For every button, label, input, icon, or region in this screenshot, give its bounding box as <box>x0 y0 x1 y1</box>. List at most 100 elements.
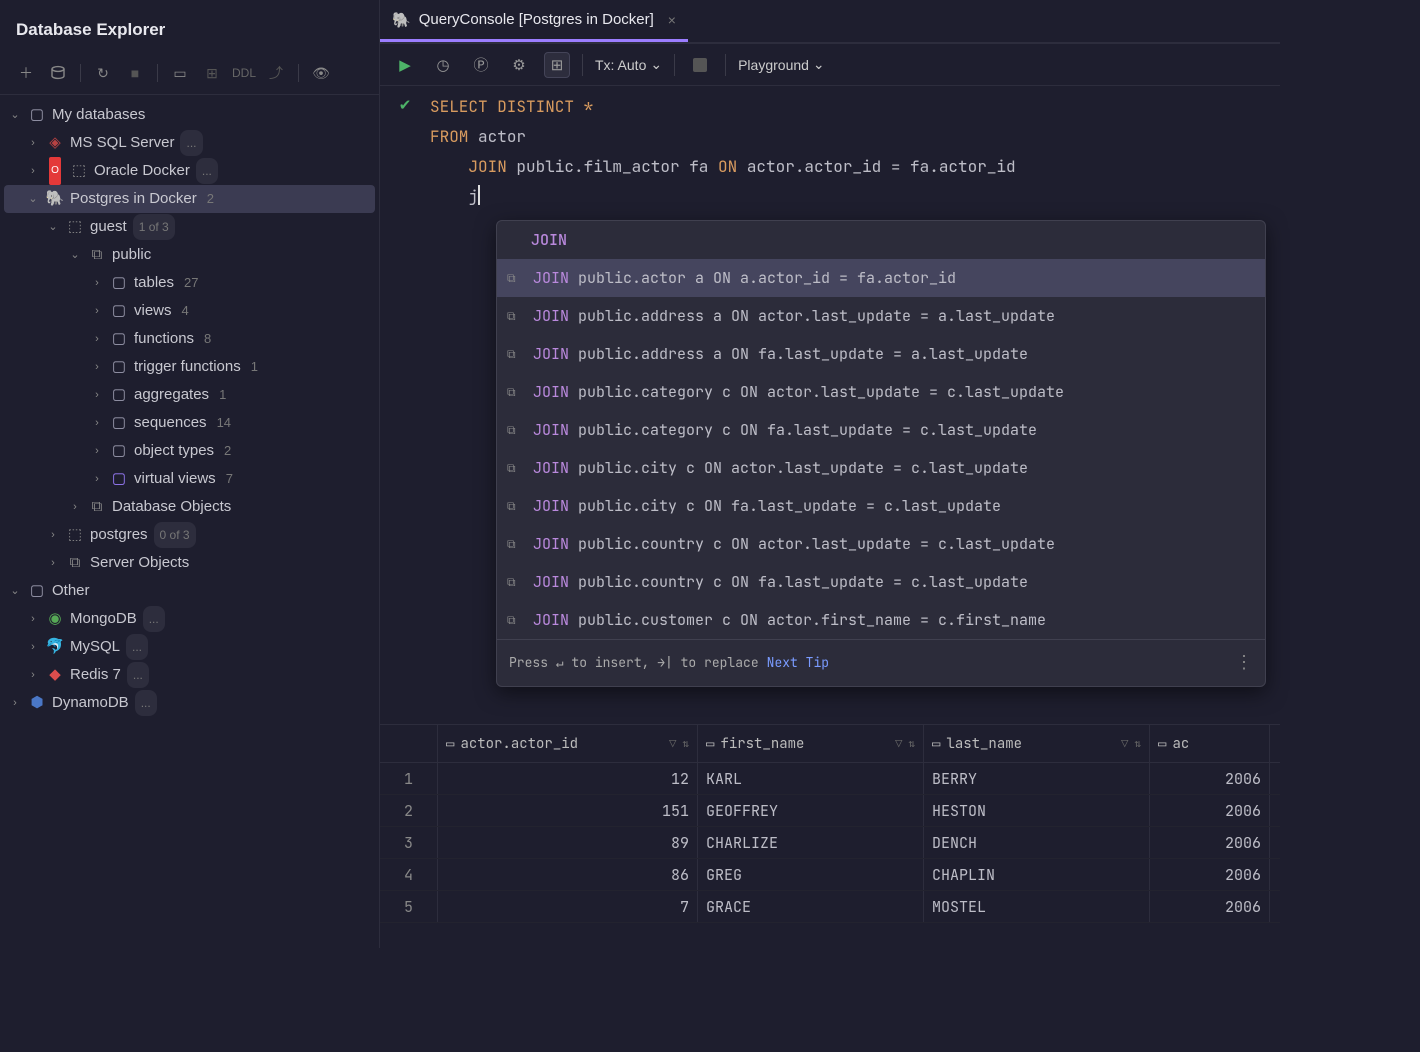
column-header-ac[interactable]: ▭ ac <box>1150 725 1270 762</box>
ddl-button[interactable]: DDL <box>232 62 256 84</box>
cell-year[interactable]: 2006 <box>1150 763 1270 794</box>
row-number: 5 <box>380 891 438 922</box>
cell-last-name[interactable]: BERRY <box>924 763 1150 794</box>
row-number-column[interactable] <box>380 725 438 762</box>
autocomplete-item[interactable]: ⧉JOIN public.city c ON actor.last_update… <box>497 449 1265 487</box>
sort-icon[interactable]: ⇅ <box>908 737 915 751</box>
tree-item-database-objects[interactable]: › ⧉ Database Objects <box>4 493 375 521</box>
tab-query-console[interactable]: 🐘 QueryConsole [Postgres in Docker] × <box>380 0 688 42</box>
view-options-icon[interactable]: 👁 <box>309 62 333 84</box>
tree-item-server-objects[interactable]: › ⧉ Server Objects <box>4 549 375 577</box>
cell-first-name[interactable]: GEOFFREY <box>698 795 924 826</box>
table-row[interactable]: 389CHARLIZEDENCH2006 <box>380 827 1280 859</box>
diagnose-icon[interactable]: ▭ <box>168 62 192 84</box>
table-row[interactable]: 486GREGCHAPLIN2006 <box>380 859 1280 891</box>
cell-first-name[interactable]: GREG <box>698 859 924 890</box>
database-explorer-panel: Database Explorer ＋ ↻ ■ ▭ ⊞ DDL ⤴ 👁 ⌄ ▢ … <box>0 0 380 948</box>
tree-group-my-databases[interactable]: ⌄ ▢ My databases <box>4 101 375 129</box>
more-icon[interactable]: ⋮ <box>1235 648 1253 678</box>
column-header-actor-id[interactable]: ▭ actor.actor_id ▽ ⇅ <box>438 725 698 762</box>
autocomplete-item[interactable]: ⧉JOIN public.category c ON fa.last_updat… <box>497 411 1265 449</box>
tx-mode-dropdown[interactable]: Tx: Auto ⌄ <box>595 56 662 73</box>
in-editor-results-icon[interactable]: ⊞ <box>544 52 570 78</box>
autocomplete-item[interactable]: ⧉JOIN public.category c ON actor.last_up… <box>497 373 1265 411</box>
filter-icon[interactable]: ▽ <box>895 736 902 752</box>
tree-item-virtual-views[interactable]: › ▢ virtual views 7 <box>4 465 375 493</box>
count: 14 <box>217 410 231 436</box>
autocomplete-item[interactable]: ⧉JOIN public.customer c ON actor.first_n… <box>497 601 1265 639</box>
cell-last-name[interactable]: DENCH <box>924 827 1150 858</box>
tree-item-mssql[interactable]: › ◈ MS SQL Server ... <box>4 129 375 157</box>
cell-last-name[interactable]: MOSTEL <box>924 891 1150 922</box>
tree-item-aggregates[interactable]: › ▢ aggregates 1 <box>4 381 375 409</box>
cell-first-name[interactable]: KARL <box>698 763 924 794</box>
tree-item-dynamodb[interactable]: › ⬢ DynamoDB ... <box>4 689 375 717</box>
filter-icon[interactable]: ▽ <box>669 736 676 752</box>
next-tip-link[interactable]: Next Tip <box>767 648 829 678</box>
tree-item-redis[interactable]: › ◆ Redis 7 ... <box>4 661 375 689</box>
autocomplete-item[interactable]: ⧉JOIN public.address a ON fa.last_update… <box>497 335 1265 373</box>
count: 7 <box>226 466 233 492</box>
tree-item-views[interactable]: › ▢ views 4 <box>4 297 375 325</box>
filter-icon[interactable]: ▽ <box>1121 736 1128 752</box>
chevron-down-icon: ⌄ <box>68 242 82 268</box>
column-header-first-name[interactable]: ▭ first_name ▽ ⇅ <box>698 725 924 762</box>
autocomplete-item[interactable]: ⧉JOIN public.address a ON actor.last_upd… <box>497 297 1265 335</box>
stop-icon[interactable]: ■ <box>123 62 147 84</box>
tree-item-postgres-db[interactable]: › ⬚ postgres 0 of 3 <box>4 521 375 549</box>
sort-icon[interactable]: ⇅ <box>682 737 689 751</box>
sql-editor[interactable]: SELECT DISTINCT * FROM actor JOIN public… <box>430 86 1280 724</box>
run-icon[interactable]: ▶ <box>392 52 418 78</box>
schema-dropdown[interactable]: Playground ⌄ <box>738 56 825 73</box>
cell-year[interactable]: 2006 <box>1150 795 1270 826</box>
tree-item-sequences[interactable]: › ▢ sequences 14 <box>4 409 375 437</box>
tree-item-object-types[interactable]: › ▢ object types 2 <box>4 437 375 465</box>
tree-group-other[interactable]: ⌄ ▢ Other <box>4 577 375 605</box>
tree-item-guest[interactable]: ⌄ ⬚ guest 1 of 3 <box>4 213 375 241</box>
explain-plan-icon[interactable]: Ⓟ <box>468 52 494 78</box>
autocomplete-item[interactable]: ⧉JOIN public.city c ON fa.last_update = … <box>497 487 1265 525</box>
tree-item-tables[interactable]: › ▢ tables 27 <box>4 269 375 297</box>
table-row[interactable]: 57GRACEMOSTEL2006 <box>380 891 1280 923</box>
results-table[interactable]: ▭ actor.actor_id ▽ ⇅ ▭ first_name ▽ ⇅ ▭ … <box>380 725 1280 948</box>
table-row[interactable]: 2151GEOFFREYHESTON2006 <box>380 795 1280 827</box>
autocomplete-item[interactable]: ⧉JOIN public.country c ON fa.last_update… <box>497 563 1265 601</box>
stop-button[interactable] <box>687 52 713 78</box>
db-icon: ⬚ <box>66 218 84 236</box>
cell-actor-id[interactable]: 12 <box>438 763 698 794</box>
cell-last-name[interactable]: HESTON <box>924 795 1150 826</box>
cell-actor-id[interactable]: 7 <box>438 891 698 922</box>
history-icon[interactable]: ◷ <box>430 52 456 78</box>
chevron-right-icon: › <box>46 522 60 548</box>
sort-icon[interactable]: ⇅ <box>1134 737 1141 751</box>
cell-actor-id[interactable]: 86 <box>438 859 698 890</box>
autocomplete-item[interactable]: ⧉JOIN public.actor a ON a.actor_id = fa.… <box>497 259 1265 297</box>
tree-item-postgres-docker[interactable]: ⌄ 🐘 Postgres in Docker 2 <box>4 185 375 213</box>
tree-item-functions[interactable]: › ▢ functions 8 <box>4 325 375 353</box>
cell-actor-id[interactable]: 89 <box>438 827 698 858</box>
cell-actor-id[interactable]: 151 <box>438 795 698 826</box>
cell-last-name[interactable]: CHAPLIN <box>924 859 1150 890</box>
add-icon[interactable]: ＋ <box>14 62 38 84</box>
cell-year[interactable]: 2006 <box>1150 891 1270 922</box>
column-header-last-name[interactable]: ▭ last_name ▽ ⇅ <box>924 725 1150 762</box>
refresh-icon[interactable]: ↻ <box>91 62 115 84</box>
tree-item-public-schema[interactable]: ⌄ ⧉ public <box>4 241 375 269</box>
close-icon[interactable]: × <box>668 12 676 28</box>
tree-label: trigger functions <box>134 354 241 380</box>
tree-item-trigger-functions[interactable]: › ▢ trigger functions 1 <box>4 353 375 381</box>
table-row[interactable]: 112KARLBERRY2006 <box>380 763 1280 795</box>
cell-year[interactable]: 2006 <box>1150 827 1270 858</box>
tree-item-mysql[interactable]: › 🐬 MySQL ... <box>4 633 375 661</box>
table-view-icon[interactable]: ⊞ <box>200 62 224 84</box>
autocomplete-item[interactable]: ⧉JOIN public.country c ON actor.last_upd… <box>497 525 1265 563</box>
tree-item-mongodb[interactable]: › ◉ MongoDB ... <box>4 605 375 633</box>
tree-label: views <box>134 298 172 324</box>
tree-item-oracle[interactable]: › O ⬚ Oracle Docker ... <box>4 157 375 185</box>
nav-icon[interactable]: ⤴ <box>264 62 288 84</box>
settings-icon[interactable]: ⚙ <box>506 52 532 78</box>
cell-year[interactable]: 2006 <box>1150 859 1270 890</box>
cell-first-name[interactable]: GRACE <box>698 891 924 922</box>
datasource-icon[interactable] <box>46 62 70 84</box>
cell-first-name[interactable]: CHARLIZE <box>698 827 924 858</box>
